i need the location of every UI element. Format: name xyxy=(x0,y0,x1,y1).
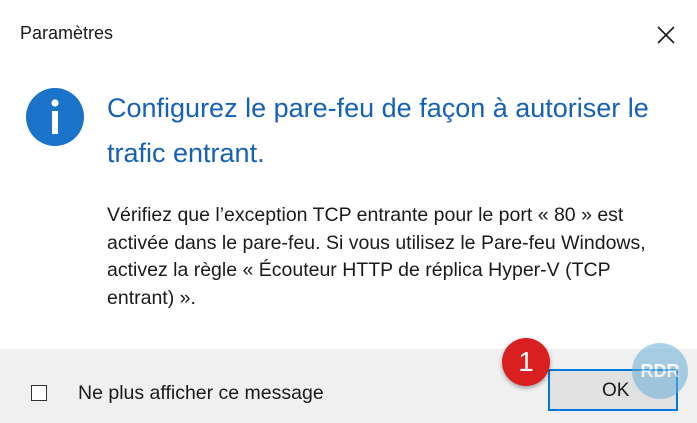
dont-show-again-label: Ne plus afficher ce message xyxy=(78,382,324,404)
dialog-footer: Ne plus afficher ce message OK xyxy=(0,349,697,423)
step-number-badge: 1 xyxy=(502,338,550,386)
dialog-message: Vérifiez que l’exception TCP entrante po… xyxy=(107,204,646,309)
dialog-heading: Configurez le pare-feu de façon à autori… xyxy=(107,93,649,168)
window-title: Paramètres xyxy=(20,23,114,43)
dont-show-again-checkbox[interactable] xyxy=(31,385,47,401)
watermark-logo: RDR xyxy=(632,343,688,399)
title-bar: Paramètres xyxy=(0,0,697,68)
ok-button-label: OK xyxy=(602,380,630,401)
close-icon xyxy=(657,26,675,44)
dialog-window: Paramètres Configurez le pare-feu de faç… xyxy=(0,0,697,423)
close-button[interactable] xyxy=(637,8,697,58)
info-icon xyxy=(26,88,84,146)
